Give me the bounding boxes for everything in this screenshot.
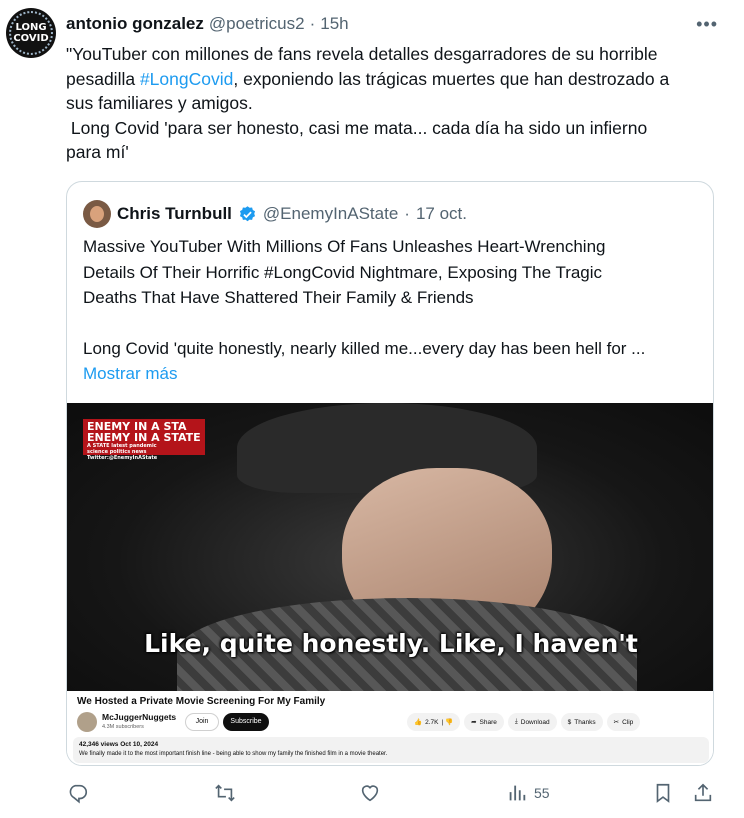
reply-icon (69, 784, 88, 804)
like-count: 2.7K (425, 718, 439, 726)
channel-watermark-logo: ENEMY IN A STA ENEMY IN A STATE A STATE … (83, 419, 205, 461)
video-player[interactable]: ENEMY IN A STA ENEMY IN A STATE A STATE … (67, 403, 713, 691)
heart-icon (361, 785, 379, 802)
quote-text: Massive YouTuber With Millions Of Fans U… (83, 234, 703, 387)
hashtag-link[interactable]: #LongCovid (140, 69, 233, 89)
youtube-download-button: ⤓ Download (507, 713, 557, 731)
author-handle[interactable]: @poetricus2 (209, 14, 305, 34)
separator: · (309, 14, 316, 33)
tweet-header: antonio gonzalez @poetricus2 · 15h (66, 14, 349, 34)
youtube-thanks-button: $ Thanks (560, 713, 603, 731)
text-segment: pesadilla (66, 68, 140, 89)
thumbs-up-icon: 👍 (414, 719, 423, 726)
youtube-channel-avatar (77, 712, 97, 732)
quote-text-line: Long Covid 'quite honestly, nearly kille… (83, 338, 646, 358)
thanks-label: Thanks (574, 718, 596, 726)
like-button[interactable] (359, 782, 381, 804)
retweet-icon (215, 784, 235, 802)
youtube-description: We finally made it to the most important… (79, 751, 388, 757)
quote-text-line: Deaths That Have Shattered Their Family … (83, 288, 474, 307)
quote-time[interactable]: 17 oct. (416, 204, 467, 224)
tweet-text-line: Long Covid 'para ser honesto, casi me ma… (66, 117, 648, 138)
reply-button[interactable] (67, 782, 89, 804)
show-more-link[interactable]: Mostrar más (83, 361, 703, 387)
youtube-actions: 👍 2.7K | 👎 ➦ Share ⤓ Download $ Thanks ✂ Clip (407, 713, 641, 731)
youtube-join-button: Join (185, 713, 219, 731)
text-segment: , exponiendo las trágicas muertes que ha… (233, 68, 670, 89)
youtube-description-box: 42,346 views Oct 10, 2024 We finally mad… (73, 737, 709, 763)
youtube-video-title: We Hosted a Private Movie Screening For … (77, 696, 326, 707)
youtube-like-button: 👍 2.7K | 👎 (407, 713, 461, 731)
more-dots-icon[interactable]: ••• (696, 14, 718, 35)
youtube-info-panel: We Hosted a Private Movie Screening For … (67, 691, 713, 765)
tweet-text-line: sus familiares y amigos. (66, 93, 253, 113)
quote-author-avatar[interactable] (83, 200, 111, 228)
youtube-view-count: 42,346 views Oct 10, 2024 (79, 741, 159, 748)
views-count: 55 (534, 785, 550, 801)
quote-author-handle[interactable]: @EnemyInAState (263, 204, 398, 224)
retweet-button[interactable] (214, 782, 236, 804)
separator: · (404, 204, 410, 223)
share-arrow-icon: ➦ (471, 719, 477, 726)
youtube-subscriber-count: 4.3M subscribers (102, 724, 144, 730)
download-icon: ⤓ (514, 718, 518, 725)
logo-line: ENEMY IN A STATE (87, 431, 201, 444)
quote-header: Chris Turnbull @EnemyInAState · 17 oct. (83, 200, 467, 228)
tweet-text-line: "YouTuber con millones de fans revela de… (66, 44, 658, 64)
share-label: Share (479, 718, 497, 726)
quote-text-line: Details Of Their Horrific #LongCovid Nig… (83, 262, 603, 282)
logo-line: Twitter:@EnemyInAState (87, 455, 158, 461)
author-name[interactable]: antonio gonzalez (66, 14, 204, 34)
share-icon (694, 783, 712, 802)
youtube-subscribe-button: Subscribe (223, 713, 269, 731)
views-button[interactable]: 55 (506, 782, 550, 804)
scissors-icon: ✂ (613, 719, 620, 726)
verified-badge-icon (239, 205, 255, 221)
video-subtitle: Like, quite honestly. Like, I haven't (144, 629, 638, 658)
tweet-text: "YouTuber con millones de fans revela de… (66, 42, 726, 165)
clip-label: Clip (622, 718, 634, 726)
avatar-text-line2: COVID (13, 33, 49, 44)
bookmark-icon (656, 783, 670, 803)
avatar-text-line1: LONG (15, 22, 47, 33)
thumbs-down-icon: | 👎 (441, 719, 454, 726)
share-button[interactable] (692, 782, 714, 804)
youtube-channel-name: McJuggerNuggets (102, 712, 177, 722)
youtube-share-button: ➦ Share (464, 713, 504, 731)
views-icon (509, 785, 526, 801)
tweet-action-bar: 55 (0, 776, 744, 812)
author-avatar[interactable]: LONG COVID (6, 8, 56, 58)
bookmark-button[interactable] (652, 782, 674, 804)
quote-text-line: Massive YouTuber With Millions Of Fans U… (83, 237, 606, 256)
quote-author-name[interactable]: Chris Turnbull (117, 204, 232, 224)
tweet-text-line: pesadilla #LongCovid, exponiendo las trá… (66, 67, 726, 92)
thanks-icon: $ (567, 718, 572, 726)
youtube-clip-button: ✂ Clip (606, 713, 641, 731)
quoted-tweet[interactable]: Chris Turnbull @EnemyInAState · 17 oct. … (66, 181, 714, 766)
tweet-time[interactable]: 15h (320, 14, 348, 34)
tweet-text-line: para mí' (66, 142, 129, 162)
download-label: Download (520, 718, 550, 726)
